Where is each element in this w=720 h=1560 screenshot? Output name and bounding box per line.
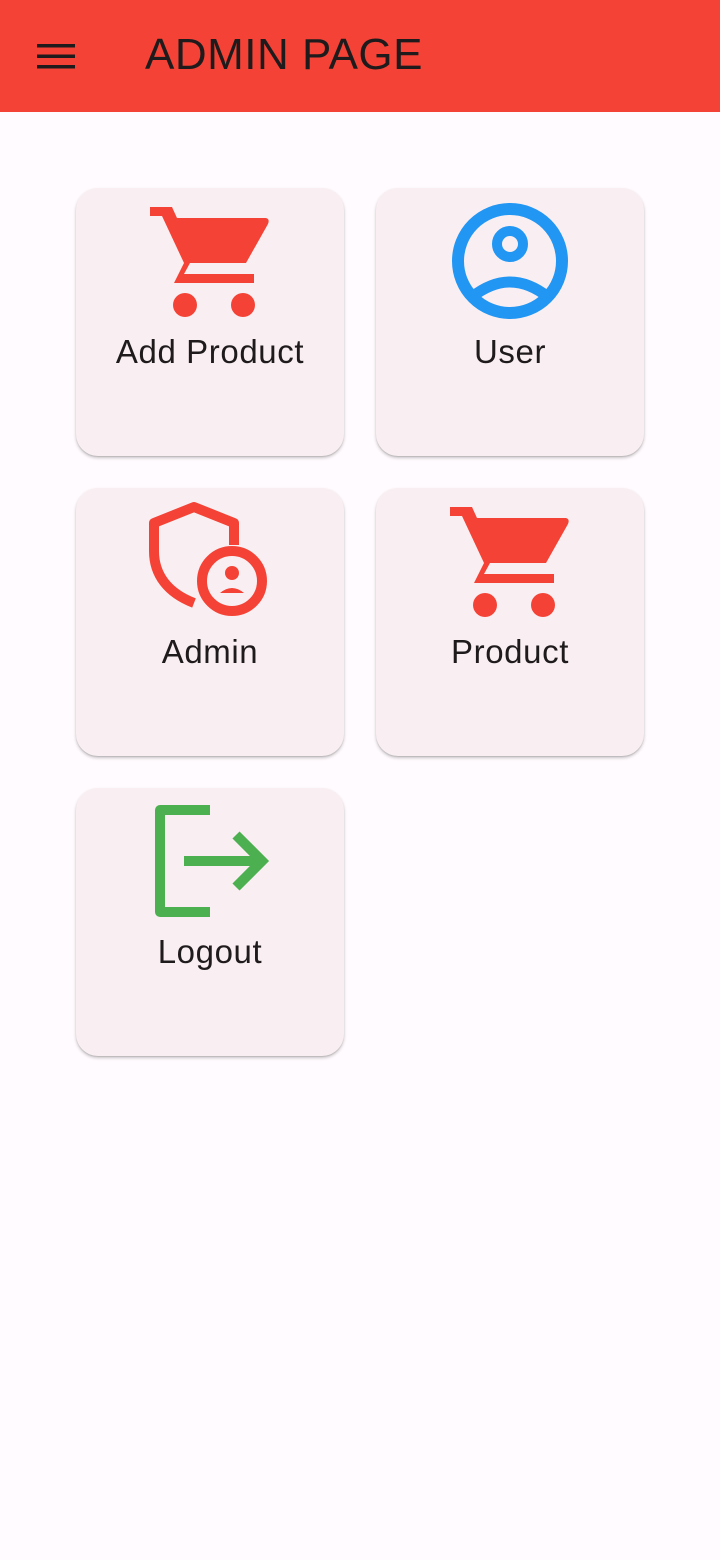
shopping-cart-icon <box>450 507 569 617</box>
user-tile[interactable]: User <box>376 188 644 456</box>
page-title: ADMIN PAGE <box>145 30 424 79</box>
account-circle-icon <box>452 203 568 319</box>
tile-label: Logout <box>157 933 263 970</box>
tile-label: Product <box>451 633 569 670</box>
tile-label: Admin <box>161 633 259 670</box>
menu-icon <box>37 44 75 69</box>
app-bar: ADMIN PAGE <box>0 0 720 112</box>
tile-label: User <box>473 333 547 370</box>
tile-label: Add Product <box>115 333 305 370</box>
admin-shield-icon <box>149 502 267 616</box>
add-product-tile[interactable]: Add Product <box>76 188 344 456</box>
logout-icon <box>155 805 270 917</box>
logout-tile[interactable]: Logout <box>76 788 344 1056</box>
menu-button[interactable] <box>22 22 90 90</box>
admin-tile[interactable]: Admin <box>76 488 344 756</box>
shopping-cart-icon <box>150 207 269 317</box>
product-tile[interactable]: Product <box>376 488 644 756</box>
